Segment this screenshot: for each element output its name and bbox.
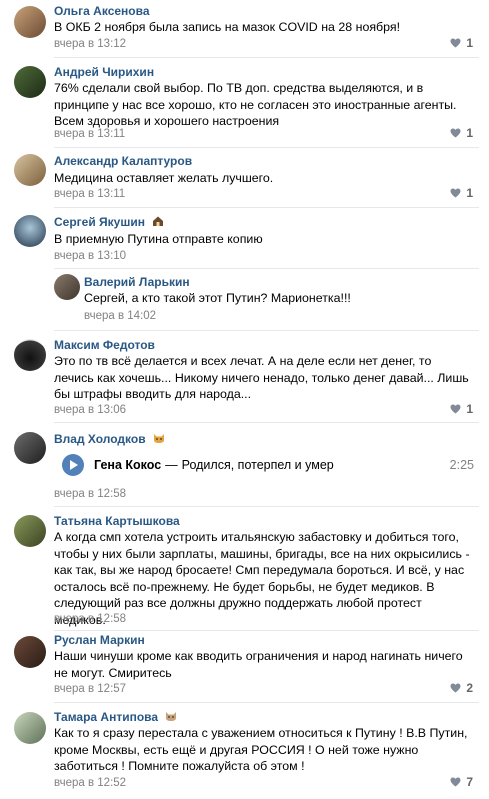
reply-text: Сергей, а кто такой этот Путин? Марионет…	[84, 291, 351, 305]
avatar[interactable]	[14, 432, 46, 464]
heart-icon	[450, 38, 461, 48]
avatar[interactable]	[14, 636, 46, 668]
author-name[interactable]: Андрей Чирихин	[54, 65, 154, 80]
like-button[interactable]: 1	[450, 186, 473, 200]
heart-icon	[450, 128, 461, 138]
comment-text: Наши чинуши кроме как вводить ограничени…	[54, 649, 463, 680]
like-button[interactable]: 7	[450, 775, 473, 789]
audio-artist[interactable]: Гена Кокос	[94, 458, 161, 472]
comment-text: Медицина оставляет желать лучшего.	[54, 171, 274, 185]
audio-duration: 2:25	[449, 458, 474, 472]
divider	[54, 630, 479, 631]
like-count: 1	[466, 126, 473, 140]
comment-date[interactable]: вчера в 13:12	[54, 37, 126, 51]
author-name[interactable]: Руслан Маркин	[54, 633, 145, 648]
like-count: 1	[466, 186, 473, 200]
like-count: 1	[466, 402, 473, 416]
cat-icon	[166, 712, 177, 721]
heart-icon	[450, 777, 461, 787]
divider	[54, 268, 479, 269]
comment-date[interactable]: вчера в 13:10	[54, 249, 126, 263]
avatar[interactable]	[14, 154, 46, 186]
house-icon	[153, 216, 164, 226]
cat-icon	[153, 434, 164, 443]
author-name-text: Влад Холодков	[54, 432, 146, 446]
like-button[interactable]: 1	[450, 402, 473, 416]
divider	[54, 330, 479, 331]
author-name-text: Тамара Антипова	[54, 710, 159, 724]
like-count: 1	[466, 36, 473, 50]
avatar[interactable]	[14, 515, 46, 547]
author-name[interactable]: Тамара Антипова	[54, 710, 177, 725]
audio-title[interactable]: Родился, потерпел и умер	[182, 458, 334, 472]
author-name[interactable]: Александр Калаптуров	[54, 154, 192, 169]
comment-text: Сергей, а кто такой этот Путин? Марионет…	[84, 290, 474, 307]
divider	[54, 147, 479, 148]
divider	[54, 422, 479, 423]
play-icon[interactable]	[62, 454, 84, 476]
divider	[54, 702, 479, 703]
divider	[54, 57, 479, 58]
comment-text: В ОКБ 2 ноября была запись на мазок COVI…	[54, 20, 401, 34]
comment-date[interactable]: вчера в 14:02	[84, 309, 156, 323]
like-button[interactable]: 1	[450, 36, 473, 50]
audio-dash: —	[165, 458, 178, 472]
comment-date[interactable]: вчера в 12:58	[54, 612, 126, 626]
avatar[interactable]	[14, 6, 46, 38]
author-name[interactable]: Сергей Якушин	[54, 215, 164, 230]
like-button[interactable]: 1	[450, 126, 473, 140]
avatar[interactable]	[54, 274, 80, 300]
divider	[54, 506, 479, 507]
heart-icon	[450, 683, 461, 693]
comment-date[interactable]: вчера в 12:52	[54, 776, 126, 790]
author-name-text: Сергей Якушин	[54, 215, 145, 229]
like-count: 7	[466, 775, 473, 789]
divider	[54, 207, 479, 208]
comment-text: 76% сделали свой выбор. По ТВ доп. средс…	[54, 81, 457, 128]
comment-date[interactable]: вчера в 13:11	[54, 127, 125, 141]
like-count: 2	[466, 681, 473, 695]
avatar[interactable]	[14, 339, 46, 371]
like-button[interactable]: 2	[450, 681, 473, 695]
author-name[interactable]: Татьяна Картышкова	[54, 514, 180, 529]
author-name[interactable]: Валерий Ларькин	[84, 275, 190, 290]
comment-date[interactable]: вчера в 12:58	[54, 487, 126, 501]
author-name[interactable]: Максим Федотов	[54, 338, 155, 353]
audio-attachment[interactable]: Гена Кокос — Родился, потерпел и умер 2:…	[54, 450, 474, 480]
author-name[interactable]: Ольга Аксенова	[54, 4, 150, 19]
heart-icon	[450, 404, 461, 414]
avatar[interactable]	[14, 215, 46, 247]
author-name[interactable]: Влад Холодков	[54, 432, 165, 447]
comment-date[interactable]: вчера в 13:06	[54, 403, 126, 417]
avatar[interactable]	[14, 66, 46, 98]
avatar[interactable]	[14, 712, 46, 744]
heart-icon	[450, 188, 461, 198]
comment-date[interactable]: вчера в 13:11	[54, 187, 125, 201]
comment-text: В приемную Путина отправте копию	[54, 232, 263, 246]
comment-text: Это по тв всё делается и всех лечат. А н…	[54, 354, 469, 401]
comment-date[interactable]: вчера в 12:57	[54, 682, 126, 696]
comment-text: Как то я сразу перестала с уважением отн…	[54, 726, 468, 773]
